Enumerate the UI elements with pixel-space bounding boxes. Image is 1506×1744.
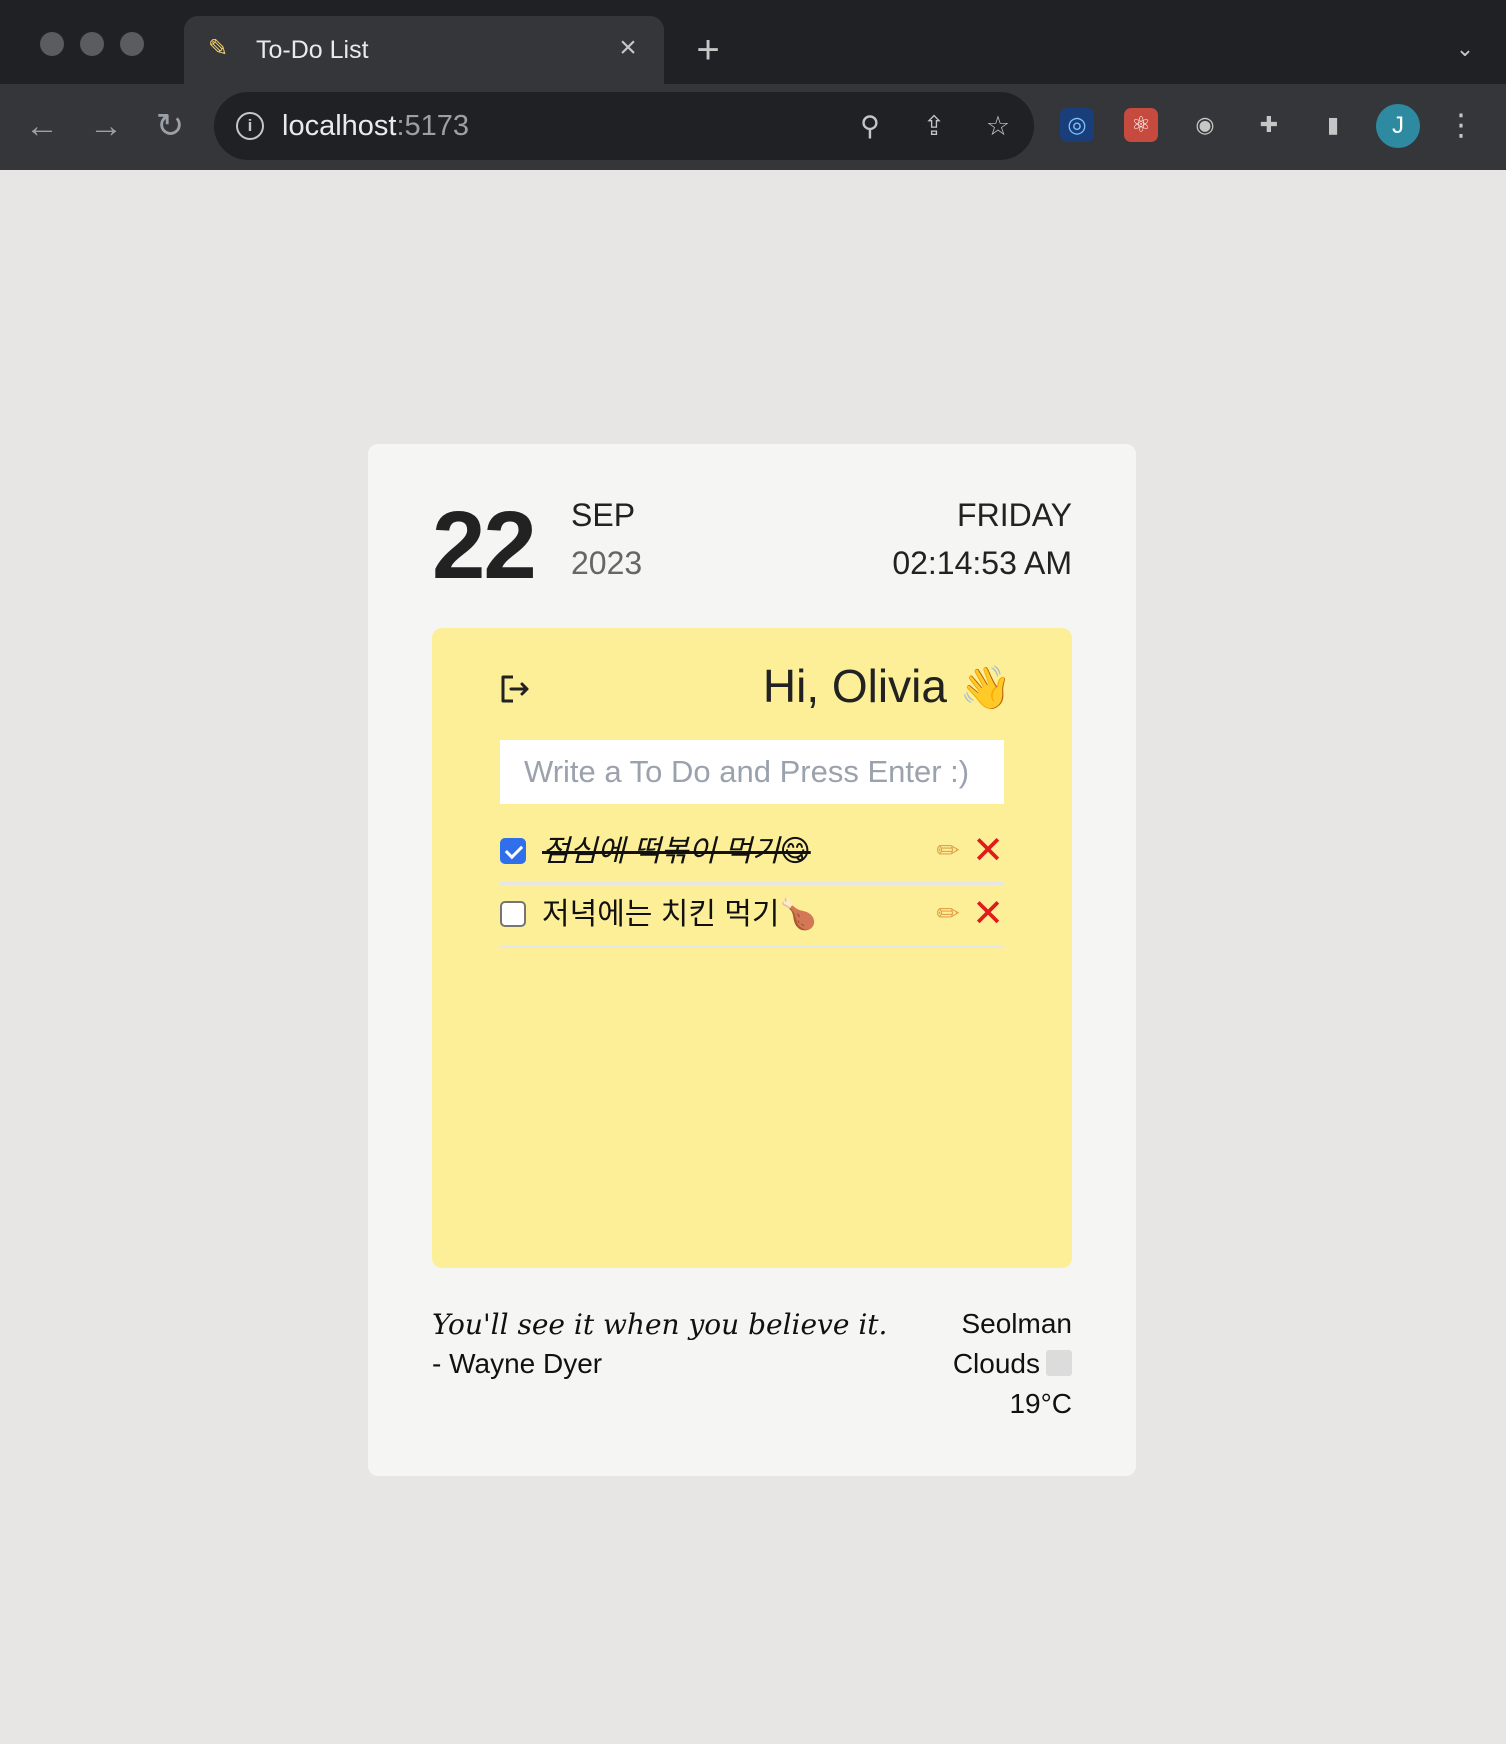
more-menu-icon[interactable]: ⋮	[1446, 108, 1476, 144]
tab-todo-list[interactable]: ✎ To-Do List ×	[184, 16, 664, 84]
logout-icon[interactable]	[498, 672, 532, 706]
chevron-down-icon[interactable]: ⌄	[1450, 34, 1480, 64]
todo-input[interactable]	[500, 740, 1004, 804]
pencil-icon[interactable]: ✏	[932, 897, 964, 931]
weekday: FRIDAY	[957, 497, 1072, 533]
minimize-window-button[interactable]	[80, 32, 104, 56]
weather-cloud-icon	[1046, 1350, 1072, 1376]
share-icon[interactable]: ⇪	[918, 110, 950, 142]
location-pin-icon[interactable]: ⚲	[854, 110, 886, 142]
current-time: 02:14:53 AM	[892, 545, 1072, 581]
tab-title: To-Do List	[256, 36, 369, 64]
address-bar[interactable]: i localhost:5173 ⚲ ⇪ ☆	[214, 92, 1034, 160]
url-port: :5173	[396, 110, 470, 142]
todo-list: 점심에 떡볶이 먹기😋 ✏ ✕ 저녁에는 치킨 먹기🍗 ✏ ✕	[500, 824, 1004, 950]
profile-avatar[interactable]: J	[1376, 104, 1420, 148]
extensions-puzzle-icon[interactable]: ✚	[1252, 108, 1286, 142]
back-arrow-icon[interactable]: ←	[22, 106, 62, 146]
memo-icon: ✎	[208, 35, 229, 62]
todo-card: 22 SEP 2023 FRIDAY 02:14:53 AM Hi, Olivi…	[368, 444, 1136, 1476]
quote-author: - Wayne Dyer	[432, 1348, 603, 1379]
extension-swirl-icon[interactable]: ◎	[1060, 108, 1094, 142]
date-year: 2023	[571, 545, 643, 581]
todo-checkbox-checked[interactable]	[500, 838, 526, 864]
extension-react-icon[interactable]: ⚛	[1124, 108, 1158, 142]
sticky-note: Hi, Olivia 👋 점심에 떡볶이 먹기😋 ✏ ✕ 저녁에는 치킨 먹기🍗…	[432, 628, 1072, 1268]
forward-arrow-icon[interactable]: →	[86, 106, 126, 146]
tab-strip: ✎ To-Do List × + ⌄	[0, 0, 1506, 84]
date-day: 22	[432, 492, 537, 599]
date-month: SEP	[571, 497, 636, 533]
delete-x-icon[interactable]: ✕	[970, 895, 1006, 933]
todo-text[interactable]: 점심에 떡볶이 먹기😋	[542, 834, 811, 870]
delete-x-icon[interactable]: ✕	[970, 832, 1006, 870]
waving-hand-icon: 👋	[959, 664, 1012, 711]
reload-icon[interactable]: ↻	[150, 106, 190, 146]
todo-item: 저녁에는 치킨 먹기🍗 ✏ ✕	[500, 887, 1004, 948]
quote-text: You'll see it when you believe it.	[432, 1308, 888, 1341]
todo-text[interactable]: 저녁에는 치킨 먹기🍗	[542, 897, 817, 933]
new-tab-button[interactable]: +	[688, 30, 728, 70]
todo-checkbox[interactable]	[500, 901, 526, 927]
info-icon[interactable]: i	[236, 112, 264, 140]
weather-description-text: Clouds	[952, 1348, 1040, 1379]
browser-chrome: ✎ To-Do List × + ⌄ ← → ↻ i localhost:517…	[0, 0, 1506, 170]
weather-city: Seolman	[961, 1308, 1072, 1339]
weather-temperature: 19°C	[1009, 1388, 1072, 1419]
todo-item: 점심에 떡볶이 먹기😋 ✏ ✕	[500, 824, 1004, 885]
close-icon[interactable]: ×	[612, 32, 644, 64]
extension-target-icon[interactable]: ◉	[1188, 108, 1222, 142]
side-panel-icon[interactable]: ▮	[1316, 108, 1350, 142]
close-window-button[interactable]	[40, 32, 64, 56]
url-text[interactable]: localhost:5173	[282, 108, 469, 144]
greeting-text: Hi, Olivia	[762, 660, 947, 712]
url-host: localhost	[282, 110, 397, 142]
weather-description: Clouds	[953, 1346, 1072, 1382]
pencil-icon[interactable]: ✏	[932, 834, 964, 868]
greeting: Hi, Olivia 👋	[763, 658, 1012, 716]
bookmark-star-icon[interactable]: ☆	[982, 110, 1014, 142]
zoom-window-button[interactable]	[120, 32, 144, 56]
